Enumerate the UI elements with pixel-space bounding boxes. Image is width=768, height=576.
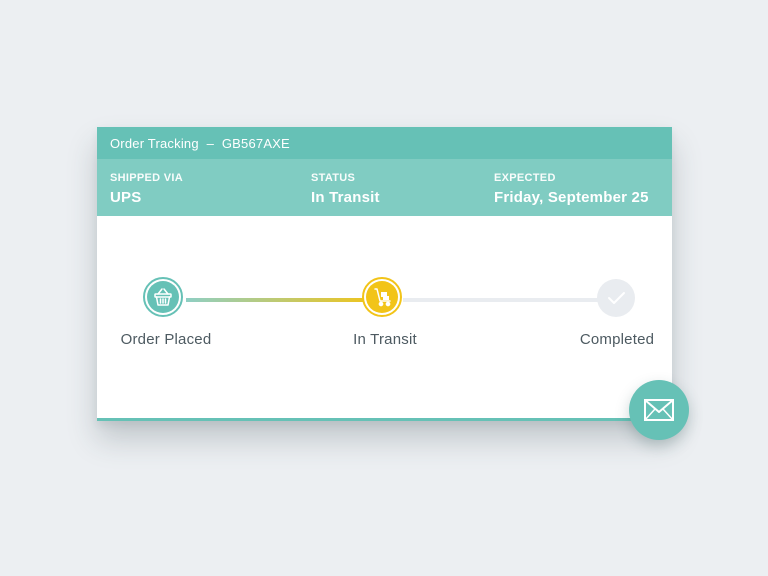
card-bottom-accent xyxy=(97,418,672,421)
progress-track-done xyxy=(186,298,376,302)
step-label-in-transit: In Transit xyxy=(353,331,417,348)
basket-icon xyxy=(154,288,172,306)
shipment-info-bar: SHIPPED VIA UPS STATUS In Transit EXPECT… xyxy=(97,159,672,216)
title-separator: – xyxy=(206,136,215,151)
step-completed xyxy=(597,279,635,317)
expected-value: Friday, September 25 xyxy=(494,189,649,206)
status-label: STATUS xyxy=(311,172,356,184)
step-order-placed xyxy=(143,277,183,317)
status-value: In Transit xyxy=(311,189,380,206)
hand-truck-icon xyxy=(374,288,391,307)
step-label-order-placed: Order Placed xyxy=(120,331,212,348)
shipped-via-label: SHIPPED VIA xyxy=(110,172,183,184)
envelope-icon xyxy=(644,399,674,421)
title-text: Order Tracking xyxy=(110,136,199,151)
shipped-via-block: SHIPPED VIA UPS xyxy=(110,172,183,206)
expected-block: EXPECTED Friday, September 25 xyxy=(494,172,649,206)
step-label-completed: Completed xyxy=(579,331,655,348)
card-title: Order Tracking – GB567AXE xyxy=(110,136,290,151)
status-block: STATUS In Transit xyxy=(311,172,380,206)
order-tracking-card: Order Tracking – GB567AXE SHIPPED VIA UP… xyxy=(97,127,672,421)
title-bar: Order Tracking – GB567AXE xyxy=(97,127,672,159)
email-button[interactable] xyxy=(629,380,689,440)
checkmark-icon xyxy=(608,292,625,304)
shipped-via-value: UPS xyxy=(110,189,142,206)
expected-label: EXPECTED xyxy=(494,172,556,184)
progress-track-pending xyxy=(403,298,617,302)
step-in-transit xyxy=(362,277,402,317)
order-id: GB567AXE xyxy=(221,136,290,151)
